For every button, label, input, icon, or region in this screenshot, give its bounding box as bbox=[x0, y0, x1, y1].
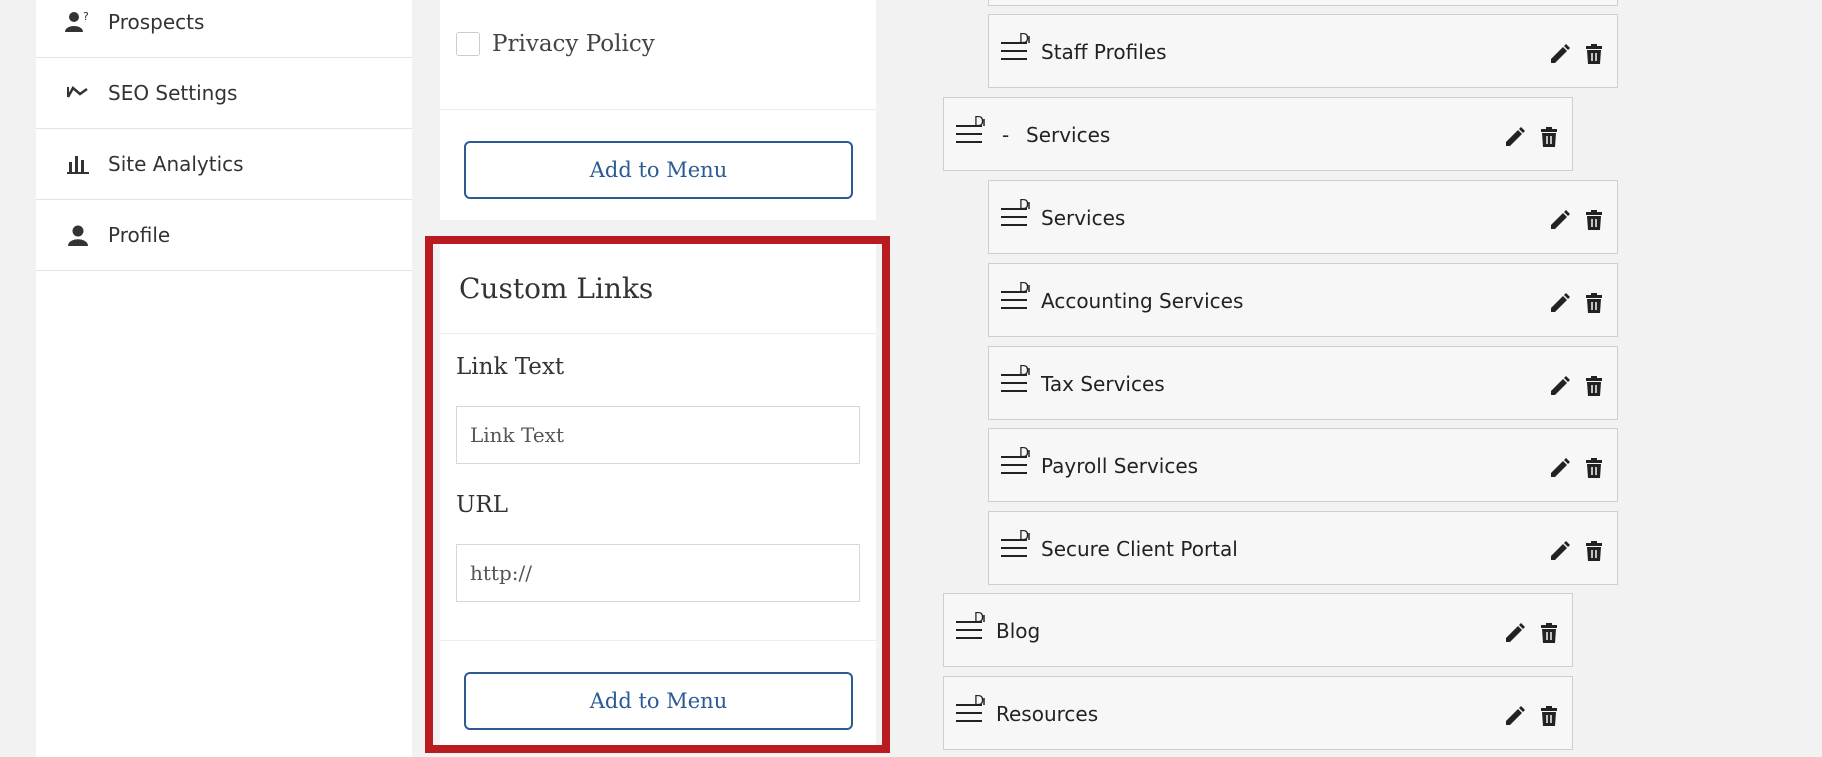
trash-icon[interactable] bbox=[1582, 42, 1606, 66]
svg-text:D: D bbox=[974, 612, 984, 626]
privacy-policy-option[interactable]: Privacy Policy bbox=[456, 28, 655, 60]
privacy-policy-checkbox[interactable] bbox=[456, 32, 480, 56]
sidebar-item-label: Site Analytics bbox=[108, 152, 244, 176]
sidebar-item-prospects[interactable]: ? Prospects bbox=[36, 0, 412, 58]
trash-icon[interactable] bbox=[1582, 374, 1606, 398]
sidebar-item-site-analytics[interactable]: Site Analytics bbox=[36, 129, 412, 200]
divider bbox=[440, 640, 876, 641]
url-label: URL bbox=[456, 492, 508, 518]
trash-icon[interactable] bbox=[1582, 291, 1606, 315]
link-text-input[interactable] bbox=[456, 406, 860, 464]
svg-text:?: ? bbox=[83, 10, 89, 23]
drag-handle-icon[interactable]: D bbox=[1001, 530, 1031, 562]
menu-item-services[interactable]: D Services bbox=[988, 180, 1618, 254]
menu-item-staff-profiles[interactable]: D Staff Profiles bbox=[988, 14, 1618, 88]
bar-chart-icon bbox=[64, 150, 92, 178]
svg-text:D: D bbox=[1019, 33, 1029, 47]
menu-item-resources[interactable]: D Resources bbox=[943, 676, 1573, 750]
menu-item-accounting-services[interactable]: D Accounting Services bbox=[988, 263, 1618, 337]
menu-item-blog[interactable]: D Blog bbox=[943, 593, 1573, 667]
pencil-icon[interactable] bbox=[1548, 456, 1572, 480]
trash-icon[interactable] bbox=[1537, 704, 1561, 728]
add-to-menu-button[interactable]: Add to Menu bbox=[464, 141, 853, 199]
menu-item-label: Blog bbox=[996, 619, 1041, 643]
sidebar-item-label: SEO Settings bbox=[108, 81, 238, 105]
menu-item-label: Accounting Services bbox=[1041, 289, 1244, 313]
menu-item-label: Tax Services bbox=[1041, 372, 1165, 396]
divider bbox=[440, 333, 876, 334]
menu-item-label: Secure Client Portal bbox=[1041, 537, 1238, 561]
drag-handle-icon[interactable]: D bbox=[956, 695, 986, 727]
menu-item-services-parent[interactable]: D - Services bbox=[943, 97, 1573, 171]
trash-icon[interactable] bbox=[1537, 125, 1561, 149]
custom-links-add-to-menu-button[interactable]: Add to Menu bbox=[464, 672, 853, 730]
drag-handle-icon[interactable]: D bbox=[1001, 199, 1031, 231]
svg-text:D: D bbox=[1019, 282, 1029, 296]
menu-item-label: Services bbox=[1026, 123, 1111, 147]
trash-icon[interactable] bbox=[1582, 539, 1606, 563]
pencil-icon[interactable] bbox=[1503, 125, 1527, 149]
menu-item-label: Staff Profiles bbox=[1041, 40, 1167, 64]
svg-text:D: D bbox=[974, 695, 984, 709]
menu-item-label: Resources bbox=[996, 702, 1099, 726]
trash-icon[interactable] bbox=[1582, 208, 1606, 232]
pencil-icon[interactable] bbox=[1548, 208, 1572, 232]
drag-handle-icon[interactable]: D bbox=[1001, 282, 1031, 314]
url-input[interactable] bbox=[456, 544, 860, 602]
sidebar-item-label: Profile bbox=[108, 223, 171, 247]
custom-links-title: Custom Links bbox=[459, 272, 654, 305]
menu-item-label: Services bbox=[1041, 206, 1126, 230]
pencil-icon[interactable] bbox=[1548, 374, 1572, 398]
pencil-icon[interactable] bbox=[1503, 704, 1527, 728]
pencil-icon[interactable] bbox=[1548, 539, 1572, 563]
menu-item-secure-client-portal[interactable]: D Secure Client Portal bbox=[988, 511, 1618, 585]
trash-icon[interactable] bbox=[1537, 621, 1561, 645]
menu-item-partial[interactable] bbox=[988, 0, 1618, 6]
user-icon bbox=[64, 221, 92, 249]
pencil-icon[interactable] bbox=[1548, 42, 1572, 66]
svg-text:D: D bbox=[1019, 365, 1029, 379]
drag-handle-icon[interactable]: D bbox=[1001, 365, 1031, 397]
svg-text:D: D bbox=[1019, 199, 1029, 213]
pencil-icon[interactable] bbox=[1548, 291, 1572, 315]
menu-item-tax-services[interactable]: D Tax Services bbox=[988, 346, 1618, 420]
trend-line-icon bbox=[64, 79, 92, 107]
user-question-icon: ? bbox=[64, 8, 92, 36]
svg-text:D: D bbox=[974, 116, 984, 130]
link-text-label: Link Text bbox=[456, 354, 565, 380]
menu-item-payroll-services[interactable]: D Payroll Services bbox=[988, 428, 1618, 502]
sidebar-item-profile[interactable]: Profile bbox=[36, 200, 412, 271]
divider bbox=[440, 109, 876, 110]
drag-handle-icon[interactable]: D bbox=[1001, 447, 1031, 479]
pencil-icon[interactable] bbox=[1503, 621, 1527, 645]
collapse-toggle[interactable]: - bbox=[1002, 123, 1009, 147]
menu-item-label: Payroll Services bbox=[1041, 454, 1199, 478]
sidebar-item-seo-settings[interactable]: SEO Settings bbox=[36, 58, 412, 129]
drag-handle-icon[interactable]: D bbox=[956, 116, 986, 148]
sidebar: ? Prospects SEO Settings Site Analytics … bbox=[36, 0, 412, 757]
drag-handle-icon[interactable]: D bbox=[1001, 33, 1031, 65]
sidebar-item-label: Prospects bbox=[108, 10, 205, 34]
privacy-policy-label: Privacy Policy bbox=[492, 31, 655, 57]
svg-text:D: D bbox=[1019, 530, 1029, 544]
svg-text:D: D bbox=[1019, 447, 1029, 461]
drag-handle-icon[interactable]: D bbox=[956, 612, 986, 644]
trash-icon[interactable] bbox=[1582, 456, 1606, 480]
